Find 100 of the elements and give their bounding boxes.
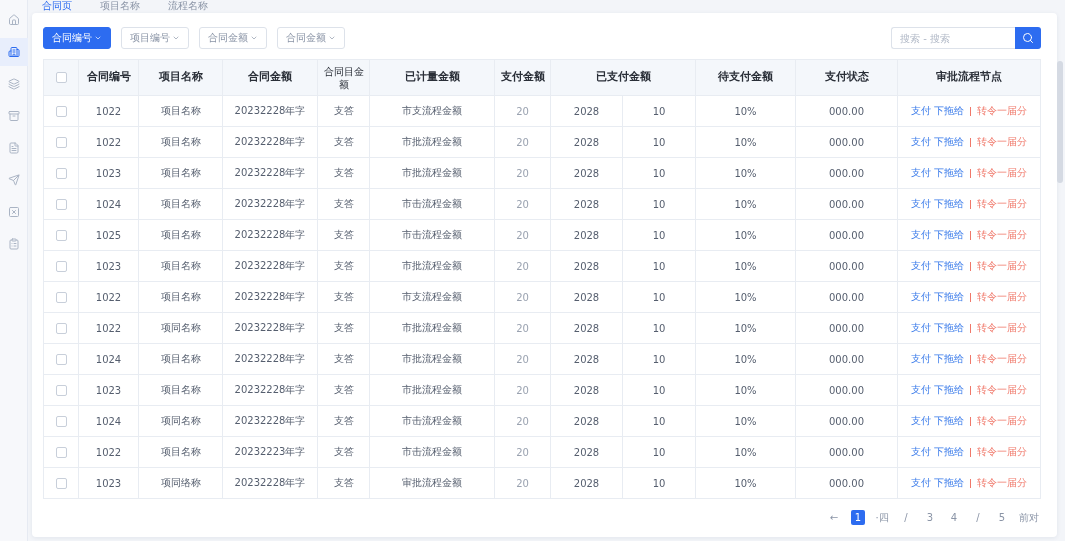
table-cell: 20232223年字 — [222, 436, 318, 468]
transfer-link[interactable]: 转令一届分 — [977, 384, 1028, 395]
table-cell: 10% — [695, 157, 796, 189]
pay-link[interactable]: 支付 下拖给 — [910, 415, 965, 426]
caret-icon — [94, 34, 102, 42]
pay-link[interactable]: 支付 下拖给 — [910, 167, 965, 178]
table-cell: 市击流程金额 — [369, 405, 495, 437]
table-cell: 000.00 — [795, 95, 898, 127]
previous-page-button[interactable]: ← — [827, 510, 841, 525]
page-button[interactable]: 5 — [995, 510, 1009, 525]
transfer-link[interactable]: 转令一届分 — [977, 322, 1028, 333]
table-cell: 项目名称 — [138, 157, 223, 189]
search-field[interactable]: 搜索 - 搜索 — [891, 27, 1015, 49]
page-button[interactable]: 1 — [851, 510, 865, 525]
table-cell: 10% — [695, 219, 796, 251]
next-page-button[interactable]: 前对 — [1019, 510, 1039, 525]
table-cell: 20 — [494, 343, 551, 375]
table-cell: 市支流程金额 — [369, 281, 495, 313]
table-cell: 10 — [622, 188, 696, 220]
table-cell: 20232228年字 — [222, 250, 318, 282]
select-all-checkbox[interactable] — [55, 71, 67, 83]
pay-link[interactable]: 支付 下拖给 — [910, 477, 965, 488]
table-cell: 2028 — [550, 467, 623, 499]
pay-link[interactable]: 支付 下拖给 — [910, 136, 965, 147]
page-button[interactable]: 3 — [923, 510, 937, 525]
search-icon — [1022, 32, 1034, 44]
pay-link[interactable]: 支付 下拖给 — [910, 446, 965, 457]
row-checkbox[interactable] — [55, 105, 67, 117]
transfer-link[interactable]: 转令一届分 — [977, 198, 1028, 209]
scrollbar[interactable] — [1057, 61, 1063, 183]
table-cell: 000.00 — [795, 312, 898, 344]
table-cell: 20232228年字 — [222, 405, 318, 437]
table-cell: 000.00 — [795, 281, 898, 313]
pay-link[interactable]: 支付 下拖给 — [910, 198, 965, 209]
filter-dropdown[interactable]: 合同金额 — [199, 27, 267, 49]
transfer-link[interactable]: 转令一届分 — [977, 446, 1028, 457]
transfer-link[interactable]: 转令一届分 — [977, 229, 1028, 240]
transfer-link[interactable]: 转令一届分 — [977, 260, 1028, 271]
row-checkbox[interactable] — [55, 322, 67, 334]
table-cell: 支答 — [317, 126, 370, 158]
pay-link[interactable]: 支付 下拖给 — [910, 353, 965, 364]
page-button[interactable]: / — [971, 510, 985, 525]
pay-link[interactable]: 支付 下拖给 — [910, 105, 965, 116]
row-checkbox[interactable] — [55, 136, 67, 148]
transfer-link[interactable]: 转令一届分 — [977, 291, 1028, 302]
page-button[interactable]: / — [899, 510, 913, 525]
pay-link[interactable]: 支付 下拖给 — [910, 260, 965, 271]
document-icon — [7, 142, 20, 154]
pay-link[interactable]: 支付 下拖给 — [910, 384, 965, 395]
transfer-link[interactable]: 转令一届分 — [977, 167, 1028, 178]
table-cell: 20232228年字 — [222, 281, 318, 313]
filter-dropdown[interactable]: 项目编号 — [121, 27, 189, 49]
transfer-link[interactable]: 转令一届分 — [977, 415, 1028, 426]
home-icon — [7, 14, 20, 26]
table-cell: 1023 — [78, 157, 139, 189]
row-checkbox[interactable] — [55, 260, 67, 272]
column-header: 支付金额 — [494, 59, 551, 96]
table-cell: 1022 — [78, 312, 139, 344]
table-cell: 1022 — [78, 436, 139, 468]
table-cell: 10 — [622, 157, 696, 189]
row-checkbox[interactable] — [55, 229, 67, 241]
transfer-link[interactable]: 转令一届分 — [977, 136, 1028, 147]
table-cell: 000.00 — [795, 343, 898, 375]
row-checkbox[interactable] — [55, 384, 67, 396]
transfer-link[interactable]: 转令一届分 — [977, 105, 1028, 116]
table-cell: 支答 — [317, 312, 370, 344]
top-tab[interactable]: 流程名称 — [168, 0, 208, 11]
column-header: 已支付金额 — [550, 59, 696, 96]
filter-dropdown[interactable]: 合同编号 — [43, 27, 111, 49]
pay-link[interactable]: 支付 下拖给 — [910, 322, 965, 333]
transfer-link[interactable]: 转令一届分 — [977, 353, 1028, 364]
table-cell: 000.00 — [795, 374, 898, 406]
page-button[interactable]: 4 — [947, 510, 961, 525]
pay-link[interactable]: 支付 下拖给 — [910, 291, 965, 302]
row-checkbox[interactable] — [55, 477, 67, 489]
table-cell: 000.00 — [795, 405, 898, 437]
table-cell: 市批流程金额 — [369, 126, 495, 158]
top-tab[interactable]: 项目名称 — [100, 0, 140, 11]
page-button[interactable]: ·四 — [875, 510, 889, 525]
table-cell: 2028 — [550, 219, 623, 251]
table-cell: 000.00 — [795, 467, 898, 499]
transfer-link[interactable]: 转令一届分 — [977, 477, 1028, 488]
column-header: 合同编号 — [78, 59, 139, 96]
filter-dropdown[interactable]: 合同金额 — [277, 27, 345, 49]
search-button[interactable] — [1015, 27, 1041, 49]
row-checkbox[interactable] — [55, 415, 67, 427]
row-checkbox[interactable] — [55, 167, 67, 179]
top-tab[interactable]: 合同页 — [42, 0, 72, 11]
row-checkbox[interactable] — [55, 353, 67, 365]
row-checkbox[interactable] — [55, 446, 67, 458]
table-cell: 10% — [695, 250, 796, 282]
table-cell: 10 — [622, 436, 696, 468]
sidebar-item[interactable] — [0, 38, 28, 66]
archive-icon — [7, 110, 20, 122]
row-checkbox[interactable] — [55, 198, 67, 210]
table-cell: 000.00 — [795, 219, 898, 251]
table-cell: 市批流程金额 — [369, 312, 495, 344]
row-checkbox[interactable] — [55, 291, 67, 303]
table-cell: 支答 — [317, 188, 370, 220]
pay-link[interactable]: 支付 下拖给 — [910, 229, 965, 240]
